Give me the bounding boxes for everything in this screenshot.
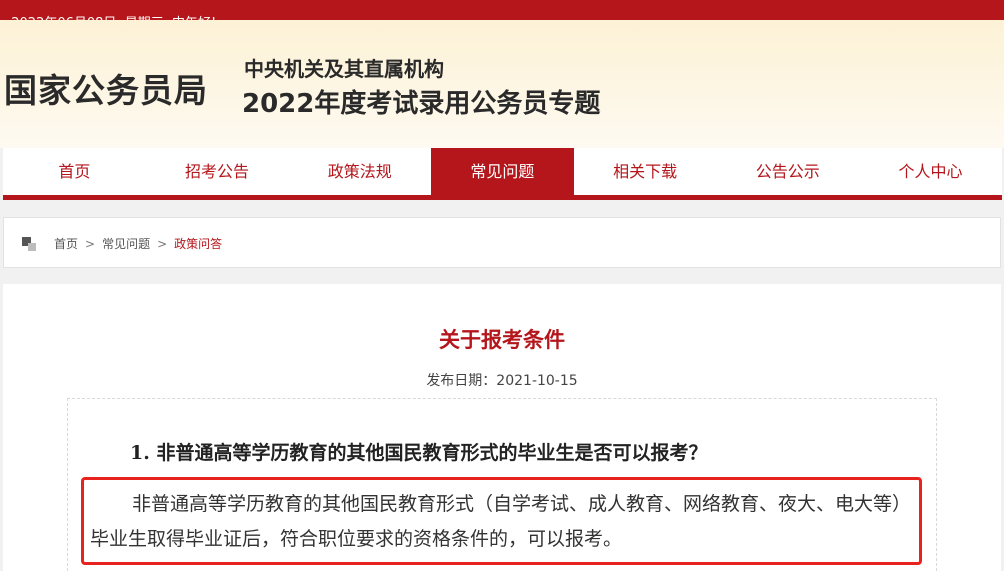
site-title[interactable]: 国家公务员局 [4, 64, 208, 112]
nav-item-faq[interactable]: 常见问题 [431, 148, 574, 195]
location-icon [22, 237, 36, 251]
main-nav: 首页 招考公告 政策法规 常见问题 相关下载 公告公示 个人中心 [3, 148, 1002, 195]
faq-answer: 非普通高等学历教育的其他国民教育形式（自学考试、成人教育、网络教育、夜大、电大等… [90, 493, 912, 550]
breadcrumb-separator: > [157, 237, 168, 251]
article-title: 关于报考条件 [439, 328, 565, 352]
nav-item-downloads[interactable]: 相关下载 [574, 148, 717, 195]
nav-item-recruitment-notices[interactable]: 招考公告 [146, 148, 289, 195]
highlighted-answer-box: 非普通高等学历教育的其他国民教育形式（自学考试、成人教育、网络教育、夜大、电大等… [81, 477, 922, 565]
article-panel: 关于报考条件 发布日期：2021-10-15 1. 非普通高等学历教育的其他国民… [3, 284, 1001, 571]
header-subtitle-2: 2022年度考试录用公务员专题 [242, 89, 601, 119]
nav-underline [3, 195, 1002, 200]
breadcrumb: 首页 > 常见问题 > 政策问答 [3, 217, 1001, 268]
date-greeting-bar: 2022年06月08日 星期三 中午好! [0, 0, 1004, 31]
breadcrumb-home-link[interactable]: 首页 [54, 237, 78, 251]
header-subtitle-1: 中央机关及其直属机构 [244, 57, 444, 81]
breadcrumb-trail: 首页 > 常见问题 > 政策问答 [54, 235, 222, 252]
nav-item-policies[interactable]: 政策法规 [288, 148, 431, 195]
nav-item-announcements[interactable]: 公告公示 [716, 148, 859, 195]
breadcrumb-faq-link[interactable]: 常见问题 [102, 237, 150, 251]
publish-date: 发布日期：2021-10-15 [426, 373, 578, 389]
nav-item-personal-center[interactable]: 个人中心 [859, 148, 1002, 195]
breadcrumb-separator: > [85, 237, 96, 251]
nav-item-home[interactable]: 首页 [3, 148, 146, 195]
faq-question: 1. 非普通高等学历教育的其他国民教育形式的毕业生是否可以报考？ [130, 442, 708, 464]
breadcrumb-current[interactable]: 政策问答 [174, 237, 222, 251]
header-banner: 国家公务员局 中央机关及其直属机构 2022年度考试录用公务员专题 [0, 20, 1004, 148]
